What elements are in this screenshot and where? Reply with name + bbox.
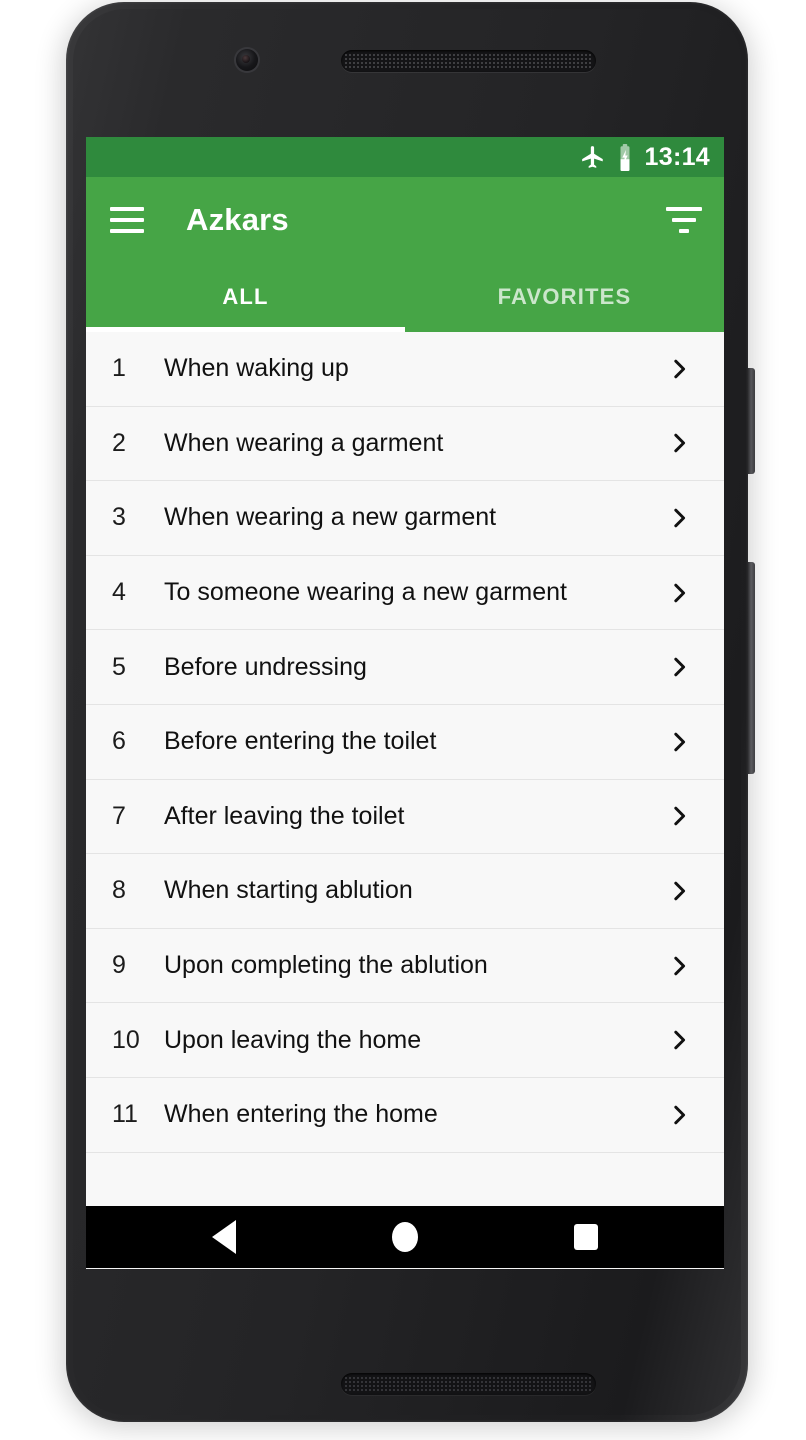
- list-item-number: 3: [112, 503, 126, 532]
- list-item-label: Before entering the toilet: [164, 727, 437, 756]
- chevron-right-icon: [674, 508, 686, 528]
- chevron-right-icon: [674, 434, 686, 453]
- list-item[interactable]: 8 When starting ablution: [86, 854, 724, 929]
- list-item[interactable]: 4 To someone wearing a new garment: [86, 555, 724, 631]
- list-item-number: 9: [112, 951, 126, 980]
- battery-charging-icon: [615, 143, 635, 171]
- list-item-label: When wearing a new garment: [164, 503, 497, 532]
- back-button[interactable]: [194, 1206, 254, 1268]
- volume-rocker-button[interactable]: [748, 562, 755, 774]
- chevron-right-icon: [674, 583, 686, 602]
- list-item-label: When starting ablution: [164, 876, 413, 905]
- list-item[interactable]: 1 When waking up: [86, 332, 724, 407]
- recents-button[interactable]: [556, 1206, 616, 1268]
- chevron-right-icon: [674, 956, 686, 975]
- list-item-label: When entering the home: [164, 1100, 438, 1129]
- tab-favorites[interactable]: FAVORITES: [405, 262, 724, 332]
- front-camera-icon: [236, 49, 258, 71]
- list-item-label: Before undressing: [164, 652, 367, 681]
- chevron-right-icon: [674, 732, 686, 752]
- chevron-right-icon: [674, 881, 686, 901]
- home-circle-icon: [391, 1222, 418, 1252]
- tab-active-indicator: [86, 327, 405, 332]
- list-item-label: After leaving the toilet: [164, 801, 405, 830]
- airplane-mode-icon: [580, 144, 606, 170]
- list-item-number: 10: [112, 1025, 140, 1054]
- list-item-label: Upon leaving the home: [164, 1025, 422, 1054]
- list-item[interactable]: [86, 1152, 724, 1206]
- list-item-number: 4: [112, 578, 126, 607]
- list-item-label: Upon completing the ablution: [164, 951, 488, 980]
- back-triangle-icon: [212, 1220, 237, 1254]
- chevron-right-icon: [674, 657, 686, 677]
- bottom-speaker-icon: [341, 1373, 596, 1395]
- app-bar: Azkars: [86, 177, 724, 262]
- android-navigation-bar: [86, 1206, 724, 1268]
- power-button[interactable]: [748, 368, 755, 474]
- list-item-label: When wearing a garment: [164, 428, 444, 457]
- hamburger-menu-icon[interactable]: [110, 206, 144, 233]
- list-item-number: 6: [112, 727, 126, 756]
- chevron-right-icon: [674, 807, 686, 826]
- page-title: Azkars: [186, 201, 289, 237]
- list-item-number: 1: [112, 354, 126, 383]
- list-item[interactable]: 7 After leaving the toilet: [86, 779, 724, 855]
- list-item[interactable]: 3 When wearing a new garment: [86, 481, 724, 556]
- list-item-label: When waking up: [164, 354, 349, 383]
- earpiece-speaker-icon: [341, 50, 596, 72]
- list-item-number: 8: [112, 876, 126, 905]
- list-item[interactable]: 11 When entering the home: [86, 1077, 724, 1153]
- status-time: 13:14: [644, 142, 710, 171]
- list-item-number: 11: [112, 1100, 138, 1129]
- list-item-number: 2: [112, 428, 126, 457]
- tab-bar: ALL FAVORITES: [86, 262, 724, 332]
- list-item[interactable]: 6 Before entering the toilet: [86, 704, 724, 780]
- filter-icon[interactable]: [666, 206, 702, 233]
- home-button[interactable]: [375, 1206, 435, 1268]
- list-item[interactable]: 9 Upon completing the ablution: [86, 928, 724, 1004]
- recents-square-icon: [573, 1224, 598, 1250]
- status-bar: 13:14: [86, 137, 724, 177]
- azkar-list[interactable]: 1 When waking up 2 When wearing a garmen…: [86, 332, 724, 1206]
- tab-all[interactable]: ALL: [86, 262, 405, 332]
- chevron-right-icon: [674, 1030, 686, 1050]
- list-item[interactable]: 10 Upon leaving the home: [86, 1003, 724, 1078]
- chevron-right-icon: [674, 1105, 686, 1124]
- list-item[interactable]: 2 When wearing a garment: [86, 406, 724, 482]
- list-item[interactable]: 5 Before undressing: [86, 630, 724, 705]
- chevron-right-icon: [674, 359, 686, 379]
- list-item-label: To someone wearing a new garment: [164, 578, 568, 607]
- list-item-number: 7: [112, 801, 126, 830]
- device-stage: 13:14 Azkars ALL FAVORITES 1 When waking…: [0, 0, 806, 1440]
- list-item-number: 5: [112, 652, 126, 681]
- phone-screen: 13:14 Azkars ALL FAVORITES 1 When waking…: [86, 137, 724, 1269]
